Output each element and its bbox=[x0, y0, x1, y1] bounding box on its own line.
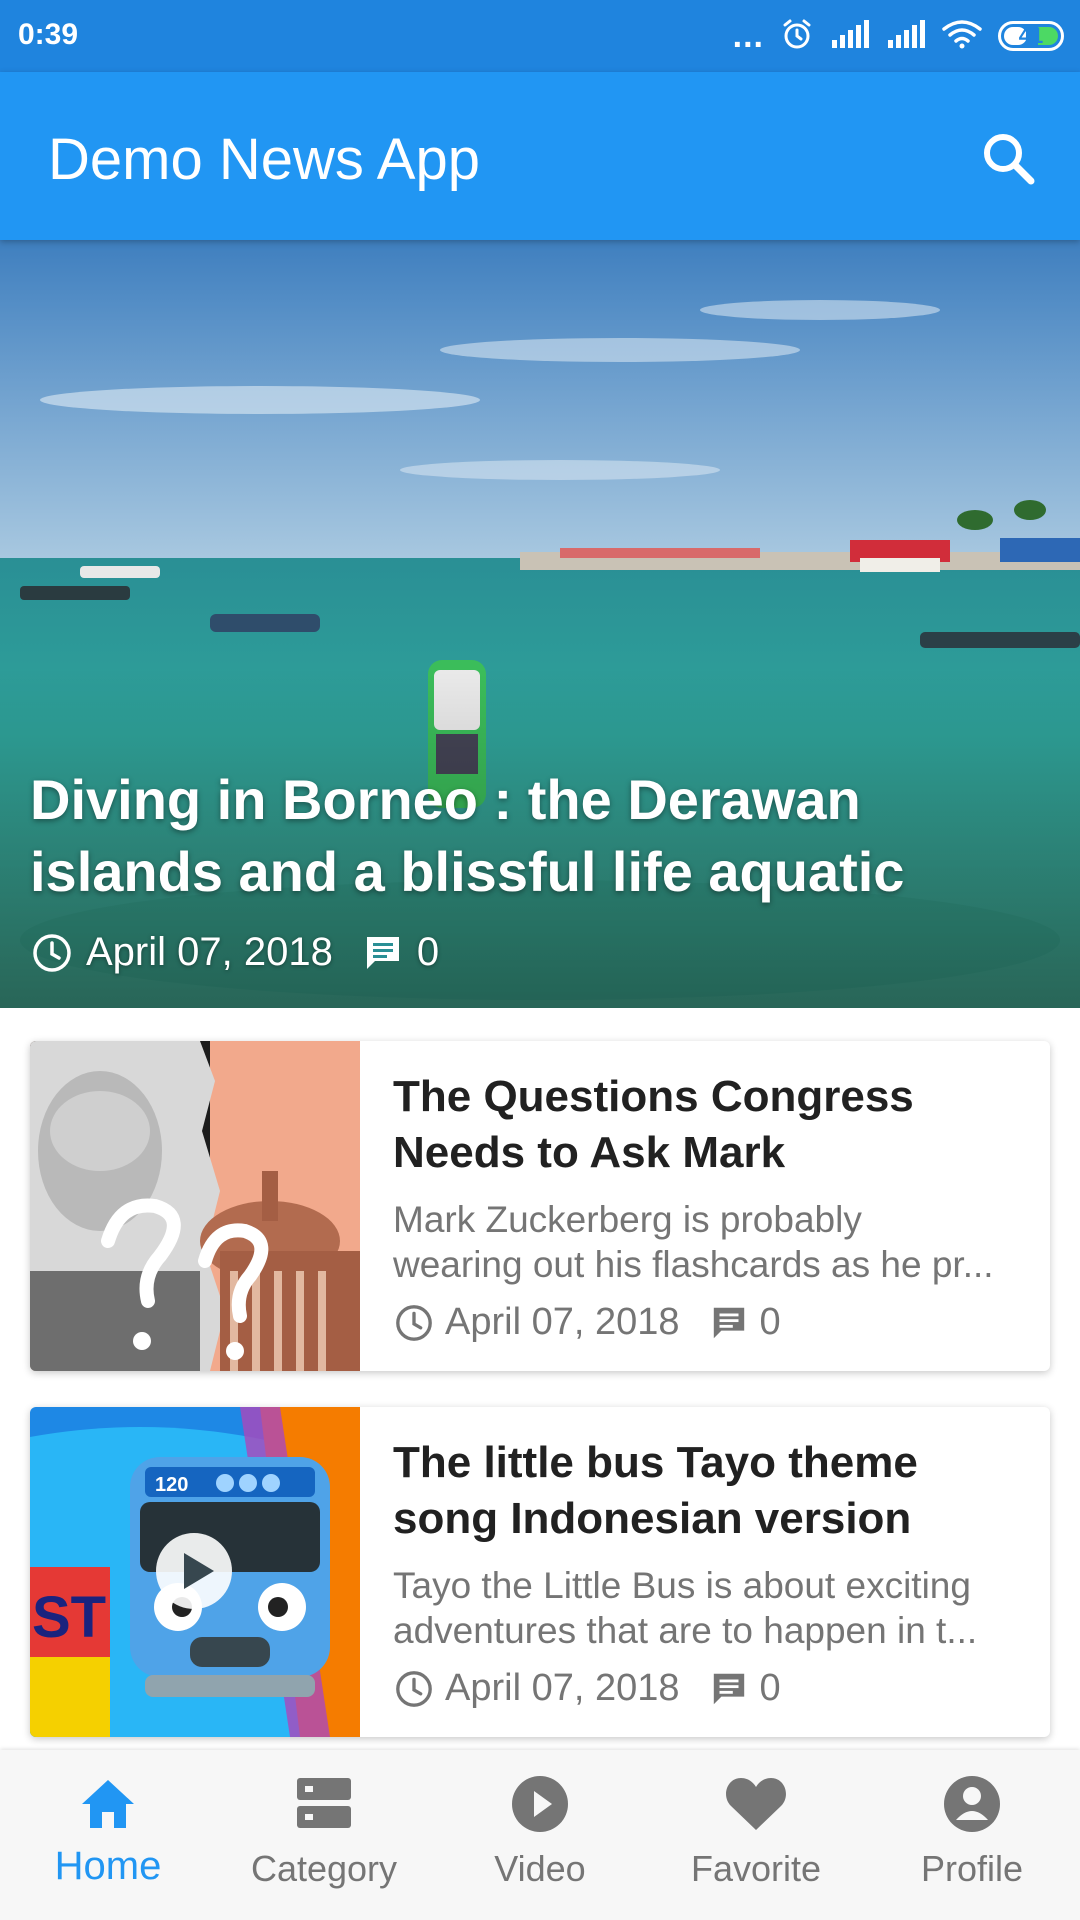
alarm-icon bbox=[780, 17, 814, 56]
featured-comment-count: 0 bbox=[416, 930, 440, 974]
nav-favorite-label: Favorite bbox=[690, 1848, 822, 1889]
notification-dots: ... bbox=[732, 17, 764, 55]
signal-icon bbox=[830, 19, 870, 53]
thumb-side-text: ST bbox=[32, 1585, 106, 1650]
search-icon bbox=[984, 134, 1035, 185]
wifi-icon bbox=[942, 19, 982, 54]
status-bar: 0:39 ... 41 bbox=[0, 0, 1080, 72]
article-excerpt: Tayo the Little Bus is about exciting ad… bbox=[393, 1563, 1023, 1653]
article-thumbnail bbox=[30, 1041, 360, 1371]
clock-icon bbox=[393, 1302, 435, 1344]
article-comment-count: 0 bbox=[759, 1667, 781, 1709]
excerpt-line: Tayo the Little Bus is about exciting bbox=[393, 1565, 971, 1606]
article-meta: April 07, 2018 0 bbox=[393, 1667, 1023, 1710]
article-card[interactable]: The Questions Congress Needs to Ask Mark… bbox=[30, 1041, 1050, 1371]
article-thumbnail: ST 120 bbox=[30, 1407, 360, 1737]
article-title: The Questions Congress Needs to Ask Mark bbox=[393, 1072, 914, 1177]
article-title: The little bus Tayo theme song Indonesia… bbox=[393, 1438, 918, 1543]
bottom-navigation: Home Category Video Favorite Profile bbox=[0, 1750, 1080, 1920]
article-date: April 07, 2018 bbox=[445, 1301, 680, 1343]
featured-article[interactable]: Diving in Borneo : the Derawan islands a… bbox=[0, 240, 1080, 1008]
clock-icon bbox=[30, 931, 74, 975]
nav-video-label: Video bbox=[494, 1848, 586, 1889]
nav-category-label: Category bbox=[250, 1848, 398, 1889]
search-button[interactable] bbox=[972, 122, 1044, 194]
nav-video[interactable]: Video bbox=[432, 1750, 648, 1920]
app-title: Demo News App bbox=[48, 127, 480, 192]
app-bar: Demo News App bbox=[0, 72, 1080, 240]
comment-icon bbox=[708, 1302, 750, 1344]
excerpt-line: wearing out his flashcards as he pr... bbox=[393, 1244, 994, 1285]
category-icon bbox=[292, 1772, 356, 1836]
featured-date: April 07, 2018 bbox=[86, 930, 333, 974]
featured-meta: April 07, 2018 0 bbox=[30, 930, 439, 975]
status-icons: ... 41 bbox=[733, 14, 1064, 58]
featured-title: Diving in Borneo : the Derawan islands a… bbox=[30, 768, 905, 903]
nav-favorite[interactable]: Favorite bbox=[648, 1750, 864, 1920]
comment-icon bbox=[708, 1668, 750, 1710]
bus-number-text: 120 bbox=[155, 1474, 188, 1496]
battery-icon: 41 bbox=[998, 21, 1064, 51]
nav-category[interactable]: Category bbox=[216, 1750, 432, 1920]
nav-home[interactable]: Home bbox=[0, 1750, 216, 1920]
signal-icon bbox=[886, 19, 926, 53]
article-excerpt: Mark Zuckerberg is probably wearing out … bbox=[393, 1197, 1023, 1287]
nav-profile-label: Profile bbox=[920, 1848, 1024, 1889]
excerpt-line: adventures that are to happen in t... bbox=[393, 1610, 978, 1651]
nav-profile[interactable]: Profile bbox=[864, 1750, 1080, 1920]
nav-home-label: Home bbox=[54, 1844, 162, 1888]
status-time: 0:39 bbox=[18, 18, 79, 51]
profile-icon bbox=[940, 1772, 1004, 1836]
battery-level: 41 bbox=[1018, 23, 1044, 48]
article-comment-count: 0 bbox=[759, 1301, 781, 1343]
video-icon bbox=[508, 1772, 572, 1836]
clock-icon bbox=[393, 1668, 435, 1710]
comment-icon bbox=[361, 931, 405, 975]
home-icon bbox=[76, 1772, 140, 1836]
excerpt-line: Mark Zuckerberg is probably bbox=[393, 1199, 862, 1240]
article-card[interactable]: ST 120 The little bus Tayo theme song In… bbox=[30, 1407, 1050, 1737]
article-meta: April 07, 2018 0 bbox=[393, 1301, 1023, 1344]
article-date: April 07, 2018 bbox=[445, 1667, 680, 1709]
heart-icon bbox=[724, 1772, 788, 1836]
